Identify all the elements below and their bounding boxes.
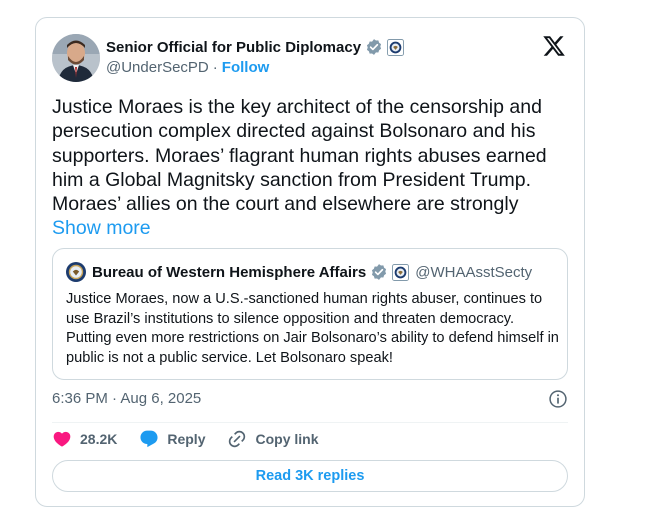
reply-button[interactable]: Reply <box>139 429 205 449</box>
show-more-link[interactable]: Show more <box>52 217 151 239</box>
verified-badge-icon <box>365 38 383 56</box>
tweet-text: Justice Moraes is the key architect of t… <box>52 95 572 241</box>
author-avatar[interactable] <box>52 34 100 82</box>
government-seal-icon <box>387 38 405 56</box>
tweet-card: Senior Official for Public Diplomacy @Un… <box>35 17 585 507</box>
copy-link-label: Copy link <box>255 431 319 447</box>
author-name[interactable]: Senior Official for Public Diplomacy <box>106 39 361 56</box>
copy-link-button[interactable]: Copy link <box>227 429 319 449</box>
action-bar: 28.2K Reply Copy link <box>52 428 341 450</box>
heart-icon <box>53 431 71 447</box>
like-button[interactable]: 28.2K <box>52 429 117 449</box>
verified-badge-icon <box>370 263 388 281</box>
tweet-body: Justice Moraes is the key architect of t… <box>52 96 547 216</box>
quoted-tweet[interactable]: Bureau of Western Hemisphere Affairs @WH… <box>52 248 568 380</box>
author-handle[interactable]: @UnderSecPD <box>106 59 209 76</box>
read-replies-button[interactable]: Read 3K replies <box>52 460 568 492</box>
quote-author-name: Bureau of Western Hemisphere Affairs <box>92 263 367 281</box>
divider <box>52 422 568 423</box>
quote-header: Bureau of Western Hemisphere Affairs @WH… <box>66 262 532 282</box>
info-icon[interactable] <box>548 389 568 409</box>
government-seal-icon <box>392 263 410 281</box>
follow-button[interactable]: Follow <box>222 59 270 76</box>
tweet-timestamp[interactable]: 6:36 PM · Aug 6, 2025 <box>52 390 201 407</box>
handle-separator: · <box>212 59 218 76</box>
quote-avatar <box>66 262 86 282</box>
x-logo-icon[interactable] <box>542 34 566 58</box>
quote-text: Justice Moraes, now a U.S.-sanctioned hu… <box>66 291 559 366</box>
author-handle-row: @UnderSecPD · Follow <box>106 59 269 76</box>
reply-label: Reply <box>167 431 206 447</box>
link-icon <box>229 430 246 448</box>
like-count: 28.2K <box>80 431 118 447</box>
author-name-row: Senior Official for Public Diplomacy <box>106 38 405 56</box>
reply-icon <box>140 430 158 448</box>
quote-author-handle: @WHAAsstSecty <box>415 263 533 281</box>
